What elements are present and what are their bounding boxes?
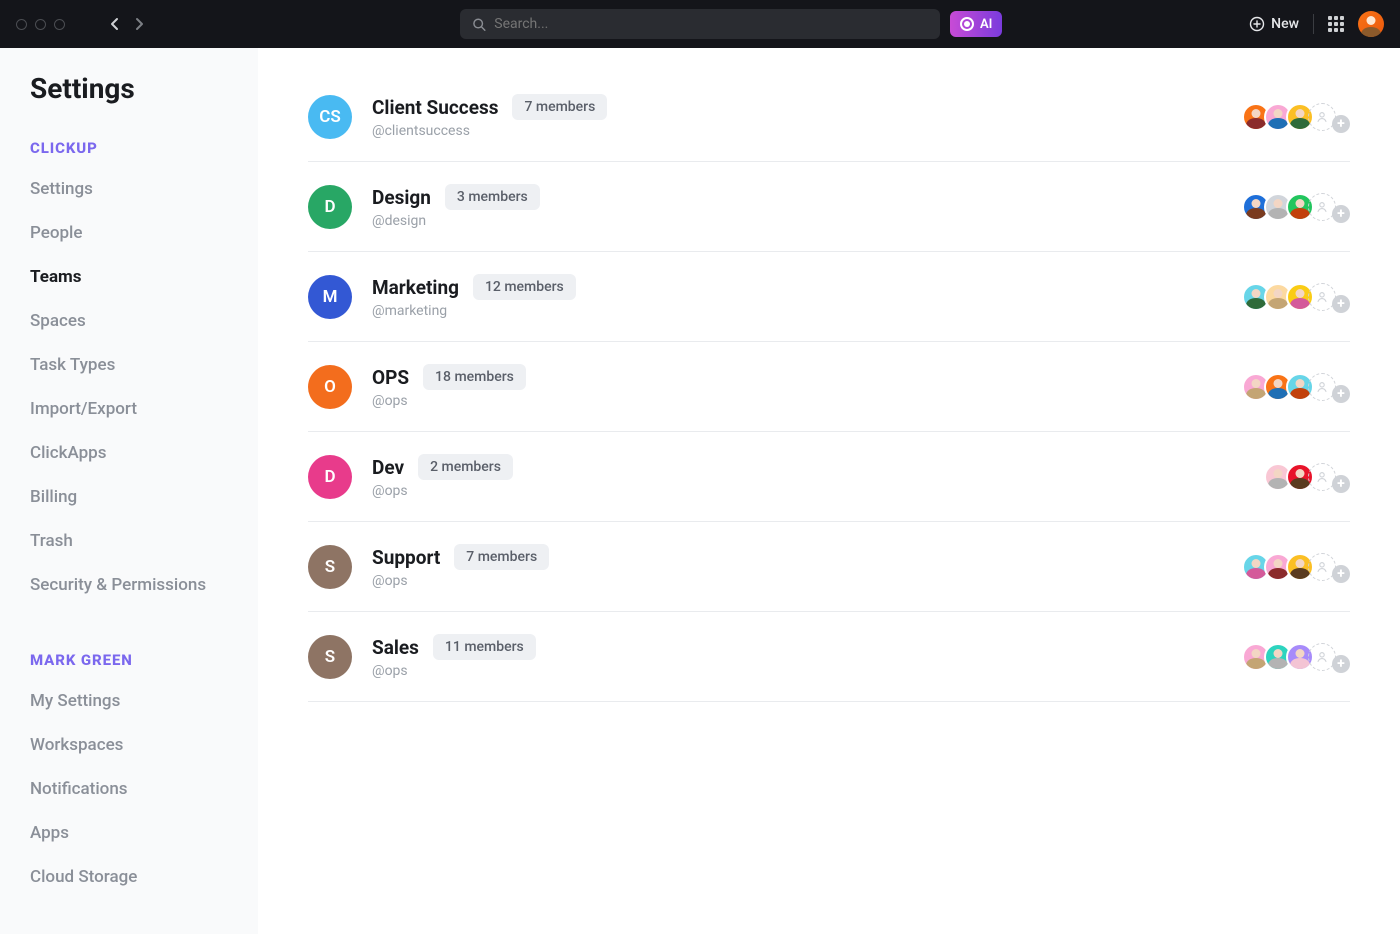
sidebar-item-notifications[interactable]: Notifications	[30, 779, 257, 799]
sidebar-section-header: CLICKUP	[30, 139, 257, 157]
sidebar-item-teams[interactable]: Teams	[30, 267, 257, 287]
sidebar-section-header: MARK GREEN	[30, 651, 257, 669]
team-row[interactable]: O OPS 18 members @ops +	[308, 342, 1350, 432]
team-name: Client Success	[372, 96, 498, 119]
team-info: Client Success 7 members @clientsuccess	[372, 94, 607, 139]
sidebar-item-clickapps[interactable]: ClickApps	[30, 443, 257, 463]
add-member-button[interactable]: +	[1332, 475, 1350, 493]
back-button[interactable]	[109, 17, 119, 31]
sidebar-item-trash[interactable]: Trash	[30, 531, 257, 551]
sidebar-item-task-types[interactable]: Task Types	[30, 355, 257, 375]
nav-arrows	[109, 17, 145, 31]
team-name: Support	[372, 546, 440, 569]
add-member-button[interactable]: +	[1332, 655, 1350, 673]
team-info: Dev 2 members @ops	[372, 454, 513, 499]
member-avatars: +	[1242, 281, 1350, 313]
member-avatars: +	[1242, 101, 1350, 133]
team-row[interactable]: D Dev 2 members @ops +	[308, 432, 1350, 522]
team-name: Sales	[372, 636, 419, 659]
sidebar-item-security-permissions[interactable]: Security & Permissions	[30, 575, 257, 595]
search-icon	[472, 17, 486, 32]
minimize-window-icon[interactable]	[35, 19, 46, 30]
topbar-right: New	[1249, 11, 1384, 37]
team-info: Support 7 members @ops	[372, 544, 549, 589]
team-handle: @ops	[372, 483, 513, 499]
member-count-badge: 2 members	[418, 454, 513, 480]
member-count-badge: 3 members	[445, 184, 540, 210]
member-count-badge: 12 members	[473, 274, 576, 300]
member-count-badge: 7 members	[512, 94, 607, 120]
sidebar-item-my-settings[interactable]: My Settings	[30, 691, 257, 711]
team-avatar: O	[308, 365, 352, 409]
team-avatar: S	[308, 635, 352, 679]
member-avatars: +	[1264, 461, 1350, 493]
team-handle: @design	[372, 213, 540, 229]
member-avatars: +	[1242, 551, 1350, 583]
add-member-button[interactable]: +	[1332, 295, 1350, 313]
team-handle: @ops	[372, 393, 526, 409]
page-title: Settings	[30, 72, 257, 105]
team-avatar: M	[308, 275, 352, 319]
team-info: Sales 11 members @ops	[372, 634, 536, 679]
topbar: AI New	[0, 0, 1400, 48]
team-handle: @ops	[372, 663, 536, 679]
team-name: Dev	[372, 456, 404, 479]
search-box[interactable]	[460, 9, 940, 39]
maximize-window-icon[interactable]	[54, 19, 65, 30]
new-label: New	[1271, 16, 1299, 32]
sidebar: Settings CLICKUP Settings People Teams Space…	[0, 48, 258, 934]
team-avatar: S	[308, 545, 352, 589]
add-member-button[interactable]: +	[1332, 205, 1350, 223]
team-info: Marketing 12 members @marketing	[372, 274, 576, 319]
team-avatar: D	[308, 455, 352, 499]
close-window-icon[interactable]	[16, 19, 27, 30]
member-avatars: +	[1242, 191, 1350, 223]
team-row[interactable]: S Sales 11 members @ops +	[308, 612, 1350, 702]
main: Settings CLICKUP Settings People Teams Space…	[0, 48, 1400, 934]
team-avatar: CS	[308, 95, 352, 139]
sidebar-item-people[interactable]: People	[30, 223, 257, 243]
team-row[interactable]: D Design 3 members @design +	[308, 162, 1350, 252]
team-avatar: D	[308, 185, 352, 229]
sidebar-item-billing[interactable]: Billing	[30, 487, 257, 507]
window-controls	[16, 19, 65, 30]
team-info: OPS 18 members @ops	[372, 364, 526, 409]
team-info: Design 3 members @design	[372, 184, 540, 229]
user-avatar[interactable]	[1358, 11, 1384, 37]
team-handle: @ops	[372, 573, 549, 589]
team-row[interactable]: M Marketing 12 members @marketing +	[308, 252, 1350, 342]
team-name: Design	[372, 186, 431, 209]
team-handle: @marketing	[372, 303, 576, 319]
apps-menu-button[interactable]	[1328, 16, 1344, 32]
sidebar-item-workspaces[interactable]: Workspaces	[30, 735, 257, 755]
member-avatars: +	[1242, 371, 1350, 403]
member-avatars: +	[1242, 641, 1350, 673]
forward-button[interactable]	[135, 17, 145, 31]
member-count-badge: 11 members	[433, 634, 536, 660]
new-button[interactable]: New	[1249, 16, 1299, 32]
add-member-button[interactable]: +	[1332, 385, 1350, 403]
ai-label: AI	[980, 17, 992, 32]
team-handle: @clientsuccess	[372, 123, 607, 139]
search-input[interactable]	[494, 16, 928, 32]
sidebar-item-cloud-storage[interactable]: Cloud Storage	[30, 867, 257, 887]
content: CS Client Success 7 members @clientsuccess +…	[258, 48, 1400, 934]
sidebar-item-settings[interactable]: Settings	[30, 179, 257, 199]
sidebar-item-apps[interactable]: Apps	[30, 823, 257, 843]
member-count-badge: 18 members	[423, 364, 526, 390]
ai-button[interactable]: AI	[950, 11, 1002, 37]
team-name: Marketing	[372, 276, 459, 299]
plus-circle-icon	[1249, 16, 1265, 32]
team-row[interactable]: CS Client Success 7 members @clientsuccess +	[308, 84, 1350, 162]
team-row[interactable]: S Support 7 members @ops +	[308, 522, 1350, 612]
sidebar-item-import-export[interactable]: Import/Export	[30, 399, 257, 419]
add-member-button[interactable]: +	[1332, 115, 1350, 133]
divider	[1313, 14, 1314, 34]
team-name: OPS	[372, 366, 409, 389]
member-count-badge: 7 members	[454, 544, 549, 570]
sidebar-item-spaces[interactable]: Spaces	[30, 311, 257, 331]
add-member-button[interactable]: +	[1332, 565, 1350, 583]
ai-icon	[960, 17, 974, 31]
